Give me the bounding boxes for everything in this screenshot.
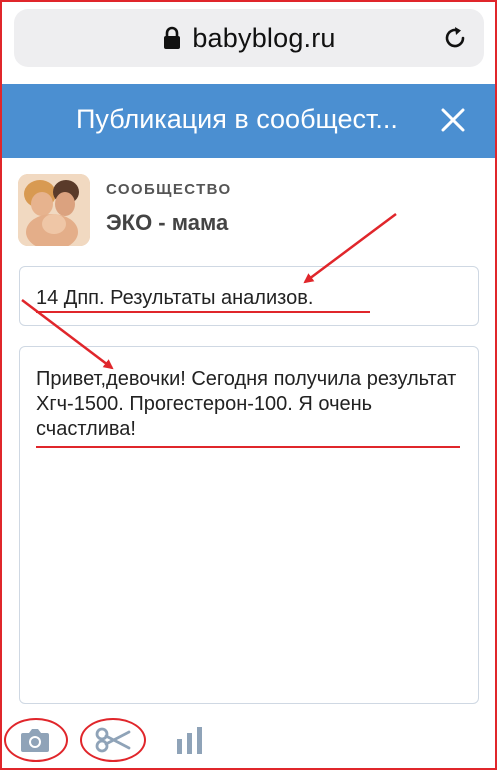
annotation-ellipse: [80, 718, 146, 762]
community-caption: СООБЩЕСТВО: [106, 181, 232, 198]
add-poll-button[interactable]: [160, 712, 220, 768]
browser-bar: babyblog.ru: [0, 0, 497, 84]
post-title-value: 14 Дпп. Результаты анализов.: [36, 287, 314, 309]
annotation-underline: [36, 446, 460, 448]
post-title-input[interactable]: 14 Дпп. Результаты анализов.: [19, 266, 479, 326]
close-icon[interactable]: [439, 106, 467, 134]
community-avatar: [18, 174, 90, 246]
bar-chart-icon: [177, 727, 202, 754]
page-title: Публикация в сообщест...: [76, 104, 398, 134]
post-body-textarea[interactable]: Привет,девочки! Сегодня получила результ…: [19, 346, 479, 704]
annotation-ellipse: [4, 718, 68, 762]
lock-icon: [164, 26, 181, 49]
annotation-underline: [36, 311, 370, 313]
community-name: ЭКО - мама: [106, 210, 229, 235]
community-selector[interactable]: СООБЩЕСТВО ЭКО - мама: [18, 174, 478, 248]
post-body-value: Привет,девочки! Сегодня получила результ…: [36, 368, 457, 440]
url-text: babyblog.ru: [192, 22, 336, 53]
editor-toolbar: [0, 712, 497, 768]
publish-header: Публикация в сообщест...: [2, 84, 495, 158]
reload-icon[interactable]: [442, 25, 468, 51]
address-bar[interactable]: babyblog.ru: [14, 9, 484, 67]
